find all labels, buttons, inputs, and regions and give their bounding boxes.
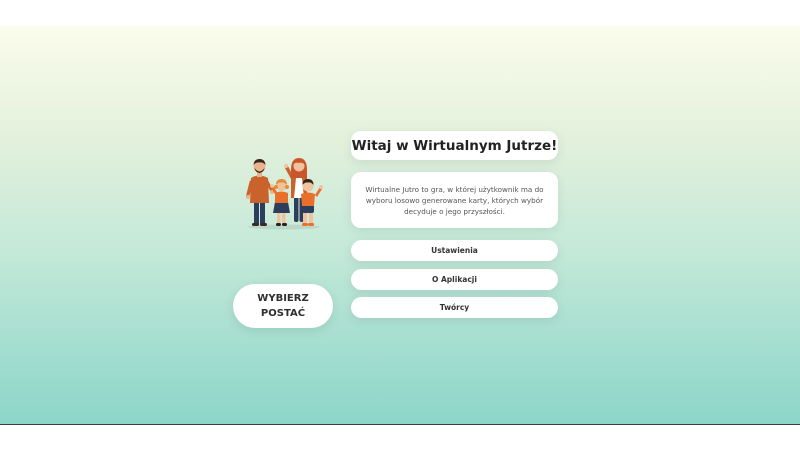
about-app-button-label: O Aplikacji bbox=[432, 275, 477, 284]
boy-figure bbox=[301, 179, 323, 226]
choose-character-button[interactable]: WYBIERZ POSTAĆ bbox=[233, 284, 333, 328]
about-app-button[interactable]: O Aplikacji bbox=[351, 269, 558, 290]
family-illustration-icon bbox=[244, 156, 326, 230]
description-card: Wirtualne Jutro to gra, w której użytkow… bbox=[351, 172, 558, 228]
father-figure bbox=[246, 159, 274, 226]
bottom-divider bbox=[0, 424, 800, 425]
page-title: Witaj w Wirtualnym Jutrze! bbox=[351, 137, 558, 154]
settings-button[interactable]: Ustawienia bbox=[351, 240, 558, 261]
welcome-title-card: Witaj w Wirtualnym Jutrze! bbox=[351, 131, 558, 160]
game-description: Wirtualne Jutro to gra, w której użytkow… bbox=[365, 184, 544, 216]
creators-button[interactable]: Twórcy bbox=[351, 297, 558, 318]
choose-character-line1: WYBIERZ bbox=[257, 293, 309, 304]
choose-character-label: WYBIERZ POSTAĆ bbox=[253, 291, 313, 321]
choose-character-line2: POSTAĆ bbox=[260, 308, 306, 319]
settings-button-label: Ustawienia bbox=[431, 246, 478, 255]
app-window: Witaj w Wirtualnym Jutrze! Wirtualne Jut… bbox=[0, 0, 800, 450]
girl-figure bbox=[270, 179, 290, 226]
creators-button-label: Twórcy bbox=[439, 303, 470, 312]
